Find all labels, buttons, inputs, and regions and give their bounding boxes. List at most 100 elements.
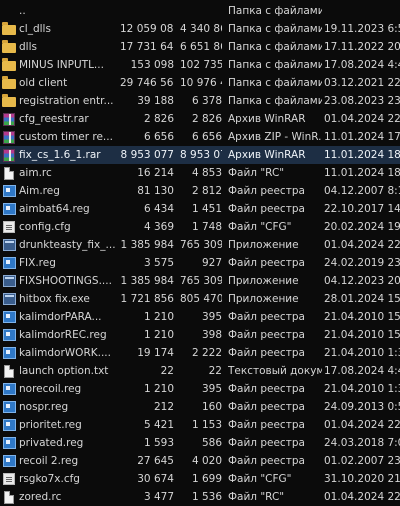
reg-icon: [2, 398, 16, 416]
file-row[interactable]: rsgko7x.cfg 30 674 1 699 Файл "CFG" 31.10.20…: [0, 470, 400, 488]
folder-icon: [2, 56, 16, 74]
file-modified-date: 04.12.2007 8:14: [324, 185, 400, 197]
file-name: launch option.txt: [19, 365, 109, 377]
file-modified-date: [324, 2, 400, 20]
file-size: 17 731 641: [120, 41, 174, 53]
file-type: Папка с файлами: [228, 41, 322, 53]
file-name: FIX.reg: [19, 257, 56, 269]
file-packed-size: 22: [208, 365, 222, 377]
file-row[interactable]: MINUS INPUTL... 153 098 102 735 Папка с фай…: [0, 56, 400, 74]
file-type: Файл реестра: [228, 401, 305, 413]
file-row[interactable]: aimbat64.reg 6 434 1 451 Файл реестра 22.10.…: [0, 200, 400, 218]
file-modified-date: 03.12.2021 22:58: [324, 77, 400, 89]
file-row[interactable]: recoil 2.reg 27 645 4 020 Файл реестра 01.02…: [0, 452, 400, 470]
up-icon: [2, 2, 16, 20]
file-modified-date: 11.01.2024 17:58: [324, 131, 400, 143]
file-modified-date: 04.12.2023 20:50: [324, 275, 400, 287]
file-size: 6 434: [143, 203, 174, 215]
folder-icon: [2, 20, 16, 38]
file-name: dlls: [19, 41, 37, 53]
file-packed-size: 1 451: [191, 203, 222, 215]
file-modified-date: 01.02.2007 23:33: [324, 455, 400, 467]
file-row[interactable]: kalimdorREC.reg 1 210 398 Файл реестра 21.04…: [0, 326, 400, 344]
folder-icon: [2, 74, 16, 92]
file-type: Файл реестра: [228, 203, 305, 215]
file-type: Файл "RC": [228, 491, 285, 503]
file-modified-date: 19.11.2023 6:57: [324, 23, 400, 35]
folder-icon: [2, 92, 16, 110]
file-row[interactable]: fix_cs_1.6_1.rar 8 953 077 8 953 077 Архив …: [0, 146, 400, 164]
file-size: 8 953 077: [120, 149, 174, 161]
exe-icon: [2, 236, 16, 254]
file-row[interactable]: FIX.reg 3 575 927 Файл реестра 24.02.2019 23…: [0, 254, 400, 272]
file-modified-date: 21.04.2010 1:37: [324, 347, 400, 359]
file-packed-size: 2 826: [191, 113, 222, 125]
file-row[interactable]: aim.rc 16 214 4 853 Файл "RC" 11.01.2024 18:…: [0, 164, 400, 182]
file-row[interactable]: hitbox fix.exe 1 721 856 805 470 Приложение…: [0, 290, 400, 308]
reg-icon: [2, 326, 16, 344]
file-name: kalimdorREC.reg: [19, 329, 107, 341]
file-name: privated.reg: [19, 437, 84, 449]
file-row[interactable]: old client 29 746 561 10 976 489 Папка с фа…: [0, 74, 400, 92]
file-size: 4 369: [143, 221, 174, 233]
file-name: norecoil.reg: [19, 383, 82, 395]
file-row[interactable]: zored.rc 3 477 1 536 Файл "RC" 01.04.2024 22…: [0, 488, 400, 506]
file-type: Файл реестра: [228, 257, 305, 269]
file-modified-date: 24.02.2019 23:00: [324, 257, 400, 269]
reg-icon: [2, 182, 16, 200]
file-type: Файл реестра: [228, 437, 305, 449]
file-name: drunkteasty_fix_...: [19, 239, 116, 251]
file-name: cl_dlls: [19, 23, 51, 35]
file-type: Файл реестра: [228, 419, 305, 431]
file-row[interactable]: FIXSHOOTINGS.... 1 385 984 765 309 Приложен…: [0, 272, 400, 290]
file-packed-size: 765 309: [180, 275, 222, 287]
reg-icon: [2, 416, 16, 434]
file-row[interactable]: Aim.reg 81 130 2 812 Файл реестра 04.12.2007…: [0, 182, 400, 200]
file-row[interactable]: nospr.reg 212 160 Файл реестра 24.09.2013 0:…: [0, 398, 400, 416]
file-packed-size: 395: [201, 311, 222, 323]
file-row[interactable]: norecoil.reg 1 210 395 Файл реестра 21.04.20…: [0, 380, 400, 398]
file-row[interactable]: config.cfg 4 369 1 748 Файл "CFG" 20.02.2024…: [0, 218, 400, 236]
file-modified-date: 21.04.2010 15:57: [324, 311, 400, 323]
file-row[interactable]: prioritet.reg 5 421 1 153 Файл реестра 01.04…: [0, 416, 400, 434]
file-row[interactable]: .. Папка с файлами: [0, 2, 400, 20]
file-name: rsgko7x.cfg: [19, 473, 80, 485]
file-row[interactable]: kalimdorWORK.... 19 174 2 222 Файл реестра 2…: [0, 344, 400, 362]
file-name: kalimdorWORK....: [19, 347, 111, 359]
file-row[interactable]: launch option.txt 22 22 Текстовый докум...1…: [0, 362, 400, 380]
file-size: 6 656: [143, 131, 174, 143]
file-row[interactable]: dlls 17 731 641 6 651 864 Папка с файлами17…: [0, 38, 400, 56]
file-packed-size: 1 748: [191, 221, 222, 233]
file-row[interactable]: custom timer re... 6 656 6 656 Архив ZIP - …: [0, 128, 400, 146]
rar-icon: [2, 128, 16, 146]
file-name: Aim.reg: [19, 185, 60, 197]
file-row[interactable]: registration entr... 39 188 6 378 Папка с ф…: [0, 92, 400, 110]
file-modified-date: 11.01.2024 18:09: [324, 149, 400, 161]
file-name: hitbox fix.exe: [19, 293, 90, 305]
exe-icon: [2, 272, 16, 290]
file-name: aim.rc: [19, 167, 52, 179]
file-row[interactable]: privated.reg 1 593 586 Файл реестра 24.03.20…: [0, 434, 400, 452]
file-type: Файл "RC": [228, 167, 285, 179]
file-row[interactable]: drunkteasty_fix_... 1 385 984 765 309 Прило…: [0, 236, 400, 254]
file-type: Приложение: [228, 293, 299, 305]
file-row[interactable]: cfg_reestr.rar 2 826 2 826 Архив WinRAR 01.0…: [0, 110, 400, 128]
file-modified-date: 01.04.2024 22:34: [324, 113, 400, 125]
file-packed-size: 160: [201, 401, 222, 413]
file-name: fix_cs_1.6_1.rar: [19, 149, 101, 161]
file-name: config.cfg: [19, 221, 71, 233]
file-size: 39 188: [137, 95, 174, 107]
file-row[interactable]: cl_dlls 12 059 087 4 340 863 Папка с файлам…: [0, 20, 400, 38]
reg-icon: [2, 434, 16, 452]
file-icon: [2, 164, 16, 182]
file-type: Архив ZIP - WinR...: [228, 131, 322, 143]
file-size: 1 210: [143, 311, 174, 323]
file-type: Архив WinRAR: [228, 113, 306, 125]
file-size: 1 385 984: [120, 275, 174, 287]
file-size: 3 477: [143, 491, 174, 503]
file-row[interactable]: kalimdorPARA... 1 210 395 Файл реестра 21.04…: [0, 308, 400, 326]
file-type: Папка с файлами: [228, 77, 322, 89]
file-modified-date: 31.10.2020 21:59: [324, 473, 400, 485]
file-packed-size: 1 153: [191, 419, 222, 431]
file-size: 1 593: [143, 437, 174, 449]
